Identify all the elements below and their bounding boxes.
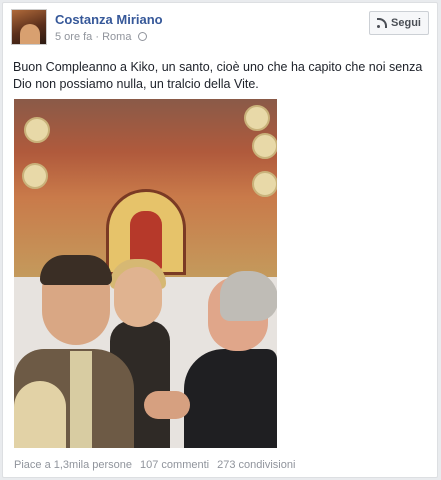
globe-icon — [137, 32, 147, 41]
follow-button[interactable]: Segui — [369, 11, 429, 35]
halo-shape — [22, 163, 48, 189]
post-time[interactable]: 5 ore fa — [55, 31, 92, 43]
halo-shape — [24, 117, 50, 143]
person-head — [114, 267, 162, 327]
post-photo[interactable] — [14, 99, 277, 448]
likes-count[interactable]: Piace a 1,3mila persone — [14, 459, 132, 471]
post-text: Buon Compleanno a Kiko, un santo, cioè u… — [13, 60, 423, 91]
post-header: Costanza Miriano 5 ore fa · Roma Segui — [11, 9, 429, 51]
author-name[interactable]: Costanza Miriano — [55, 12, 163, 27]
person-body — [184, 349, 277, 448]
meta-separator: · — [95, 31, 100, 43]
facebook-post-card: Costanza Miriano 5 ore fa · Roma Segui B… — [2, 2, 438, 478]
follow-label: Segui — [391, 17, 421, 29]
post-stats: Piace a 1,3mila persone 107 commenti 273… — [14, 459, 295, 471]
rss-icon — [377, 17, 388, 28]
post-meta: 5 ore fa · Roma — [55, 31, 147, 43]
person-hair — [40, 255, 112, 285]
halo-shape — [252, 171, 277, 197]
comments-count[interactable]: 107 commenti — [140, 459, 209, 471]
author-avatar[interactable] — [11, 9, 47, 45]
post-location[interactable]: Roma — [102, 31, 131, 43]
shares-count[interactable]: 273 condivisioni — [217, 459, 295, 471]
tie-shape — [70, 351, 92, 448]
person-hair — [220, 271, 277, 321]
halo-shape — [244, 105, 270, 131]
halo-shape — [252, 133, 277, 159]
person-hair — [14, 381, 66, 448]
handshake-shape — [144, 391, 190, 419]
